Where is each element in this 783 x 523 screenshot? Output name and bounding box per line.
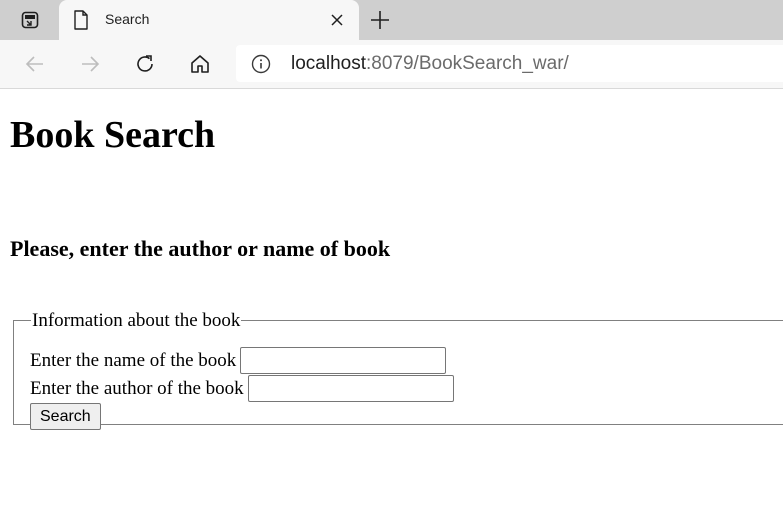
tab-strip: Search [0,0,783,40]
author-label: Enter the author of the book [30,377,244,399]
fieldset-legend: Information about the book [32,310,241,331]
name-row: Enter the name of the book [30,347,447,374]
forward-icon[interactable] [76,50,104,78]
page-content: Book Search Please, enter the author or … [0,89,783,523]
active-tab[interactable]: Search [59,0,359,40]
close-icon[interactable] [329,12,345,28]
info-icon[interactable] [251,54,271,78]
author-row: Enter the author of the book [30,375,454,402]
book-name-input[interactable] [240,347,447,374]
address-bar[interactable]: localhost:8079/BookSearch_war/ [236,45,783,82]
tab-actions-icon[interactable] [14,6,46,34]
book-info-fieldset: Information about the book Enter the nam… [13,310,783,430]
page-icon [73,10,89,34]
browser-toolbar: localhost:8079/BookSearch_war/ [0,40,783,89]
page-subtitle: Please, enter the author or name of book [10,236,391,261]
back-icon[interactable] [21,50,49,78]
url-path: :8079/BookSearch_war/ [366,53,569,74]
url-host: localhost [291,53,366,74]
new-tab-icon[interactable] [368,8,392,32]
tab-title: Search [105,11,150,27]
url-text[interactable]: localhost:8079/BookSearch_war/ [291,53,569,75]
refresh-icon[interactable] [131,50,159,78]
name-label: Enter the name of the book [30,349,237,371]
book-author-input[interactable] [247,375,454,402]
home-icon[interactable] [186,50,214,78]
page-title: Book Search [10,114,216,156]
search-button[interactable]: Search [30,403,101,430]
